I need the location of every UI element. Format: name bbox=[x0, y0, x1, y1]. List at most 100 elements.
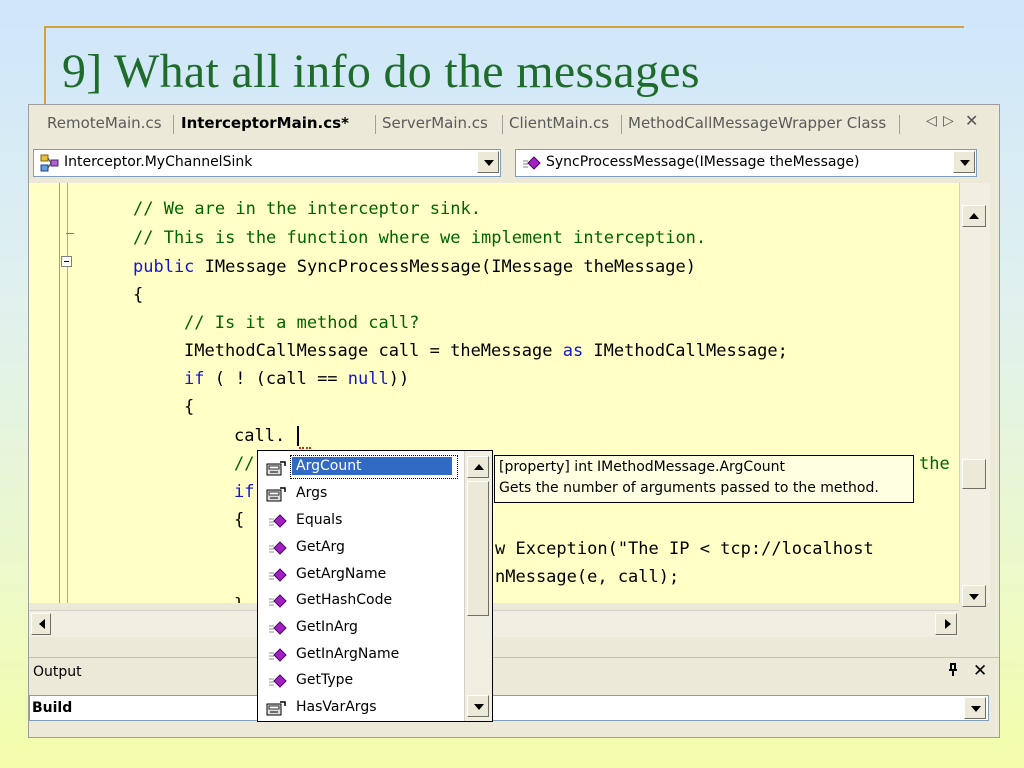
editor-vertical-scrollbar[interactable] bbox=[959, 183, 990, 607]
tab-servermain[interactable]: ServerMain.cs bbox=[382, 114, 488, 132]
method-icon bbox=[269, 594, 287, 608]
keyword: public bbox=[133, 257, 195, 277]
intellisense-list[interactable]: ArgCount Args Equals GetArg GetArgName G… bbox=[257, 450, 493, 722]
intellisense-item-label: ArgCount bbox=[292, 457, 452, 475]
code-text: IMethodCallMessage; bbox=[583, 341, 788, 361]
code-line-14: nMessage(e, call); bbox=[495, 567, 680, 587]
property-icon bbox=[266, 461, 286, 476]
code-line-3: public IMessage SyncProcessMessage(IMess… bbox=[133, 257, 696, 277]
code-line-1: // We are in the interceptor sink. bbox=[133, 199, 481, 219]
keyword: null bbox=[347, 369, 389, 389]
method-icon bbox=[269, 674, 287, 688]
tab-scroll-left-icon[interactable]: ◁ bbox=[926, 113, 937, 129]
code-line-15: } bbox=[234, 595, 244, 603]
member-dropdown-value: SyncProcessMessage(IMessage theMessage) bbox=[546, 154, 860, 170]
intellisense-item[interactable]: GetArgName bbox=[260, 563, 460, 587]
intellisense-item[interactable]: ArgCount bbox=[260, 455, 460, 480]
code-line-9: call. bbox=[234, 426, 286, 446]
code-text: ( ! (call == bbox=[204, 369, 348, 389]
output-source-dropdown[interactable]: Build bbox=[29, 695, 989, 721]
scroll-up-icon[interactable] bbox=[467, 456, 489, 478]
tab-separator bbox=[173, 115, 174, 134]
intellisense-item[interactable]: GetHashCode bbox=[260, 589, 460, 613]
method-icon bbox=[269, 514, 287, 528]
scroll-down-icon[interactable] bbox=[962, 585, 986, 607]
intellisense-item-label: GetArgName bbox=[296, 566, 387, 582]
title-rule-vertical bbox=[44, 26, 46, 108]
intellisense-item-label: Equals bbox=[296, 512, 343, 528]
intellisense-item[interactable]: GetType bbox=[260, 669, 460, 693]
code-line-5: // Is it a method call? bbox=[184, 313, 420, 333]
code-text: IMessage SyncProcessMessage(IMessage the… bbox=[194, 257, 696, 277]
code-line-10: // bbox=[234, 454, 255, 474]
class-dropdown[interactable]: Interceptor.MyChannelSink bbox=[33, 149, 501, 177]
member-dropdown[interactable]: SyncProcessMessage(IMessage theMessage) bbox=[515, 149, 977, 177]
class-icon bbox=[40, 154, 59, 172]
scroll-right-icon[interactable] bbox=[935, 613, 957, 635]
tab-separator bbox=[375, 115, 376, 134]
title-rule-horizontal bbox=[44, 26, 964, 28]
code-line-11: if bbox=[234, 482, 255, 502]
scroll-thumb[interactable] bbox=[962, 459, 986, 489]
property-icon bbox=[266, 701, 286, 716]
scroll-up-icon[interactable] bbox=[962, 205, 986, 227]
pin-icon[interactable] bbox=[947, 663, 959, 680]
intellisense-item[interactable]: GetInArg bbox=[260, 616, 460, 640]
intellisense-item[interactable]: Equals bbox=[260, 509, 460, 533]
error-squiggle bbox=[299, 443, 311, 449]
chevron-down-icon[interactable] bbox=[953, 151, 975, 173]
tooltip-description: Gets the number of arguments passed to t… bbox=[499, 480, 879, 496]
tab-separator bbox=[899, 115, 900, 134]
intellisense-item-label: HasVarArgs bbox=[296, 699, 377, 715]
chevron-down-icon[interactable] bbox=[477, 151, 499, 173]
collapse-icon[interactable] bbox=[61, 256, 72, 267]
code-line-2: // This is the function where we impleme… bbox=[133, 228, 707, 248]
quick-info-tooltip: [property] int IMethodMessage.ArgCount G… bbox=[494, 455, 914, 503]
intellisense-item[interactable]: GetInArgName bbox=[260, 643, 460, 667]
ide-window: RemoteMain.cs InterceptorMain.cs* Server… bbox=[28, 104, 1000, 738]
method-icon bbox=[269, 568, 287, 582]
tab-scroll-right-icon[interactable]: ▷ bbox=[943, 113, 954, 129]
keyword: as bbox=[562, 341, 584, 361]
code-text: IMethodCallMessage call = theMessage bbox=[184, 341, 563, 361]
method-icon bbox=[269, 648, 287, 662]
intellisense-item-label: GetHashCode bbox=[296, 592, 393, 608]
outline-guide bbox=[67, 183, 68, 603]
intellisense-scrollbar[interactable] bbox=[464, 451, 492, 721]
scroll-thumb[interactable] bbox=[467, 481, 489, 616]
outline-branch bbox=[66, 233, 74, 234]
intellisense-item-label: GetInArg bbox=[296, 619, 358, 635]
intellisense-item-label: GetArg bbox=[296, 539, 345, 555]
output-source-value: Build bbox=[32, 700, 73, 716]
intellisense-item[interactable]: GetArg bbox=[260, 536, 460, 560]
tab-methodcallmessagewrapper[interactable]: MethodCallMessageWrapper Class bbox=[628, 114, 886, 132]
code-line-7: if ( ! (call == null)) bbox=[184, 369, 409, 389]
tab-interceptormain[interactable]: InterceptorMain.cs* bbox=[181, 114, 349, 132]
editor-margin bbox=[59, 183, 60, 603]
code-line-13: w Exception("The IP < tcp://localhost bbox=[495, 539, 874, 559]
close-document-icon[interactable]: ✕ bbox=[965, 111, 978, 130]
code-line-4: { bbox=[133, 285, 144, 305]
method-icon bbox=[269, 541, 287, 555]
intellisense-item[interactable]: HasVarArgs bbox=[260, 696, 460, 720]
tab-clientmain[interactable]: ClientMain.cs bbox=[509, 114, 609, 132]
code-line-12: { bbox=[234, 510, 245, 530]
tab-remotemain[interactable]: RemoteMain.cs bbox=[47, 114, 162, 132]
intellisense-item-label: GetInArgName bbox=[296, 646, 400, 662]
intellisense-item[interactable]: Args bbox=[260, 482, 460, 506]
scroll-down-icon[interactable] bbox=[467, 695, 489, 717]
chevron-down-icon[interactable] bbox=[964, 697, 986, 719]
close-panel-icon[interactable]: ✕ bbox=[973, 661, 987, 681]
tab-separator bbox=[502, 115, 503, 134]
class-dropdown-value: Interceptor.MyChannelSink bbox=[64, 154, 253, 170]
scroll-left-icon[interactable] bbox=[31, 613, 51, 635]
intellisense-item-label: GetType bbox=[296, 672, 354, 688]
intellisense-item-label: Args bbox=[296, 485, 328, 501]
code-line-6: IMethodCallMessage call = theMessage as … bbox=[184, 341, 788, 361]
code-editor[interactable]: // We are in the interceptor sink. // Th… bbox=[29, 183, 959, 603]
tooltip-signature: [property] int IMethodMessage.ArgCount bbox=[499, 459, 786, 475]
property-icon bbox=[266, 487, 286, 502]
editor-horizontal-scrollbar[interactable] bbox=[29, 610, 959, 637]
method-icon bbox=[523, 156, 541, 170]
code-line-8: { bbox=[184, 397, 195, 417]
